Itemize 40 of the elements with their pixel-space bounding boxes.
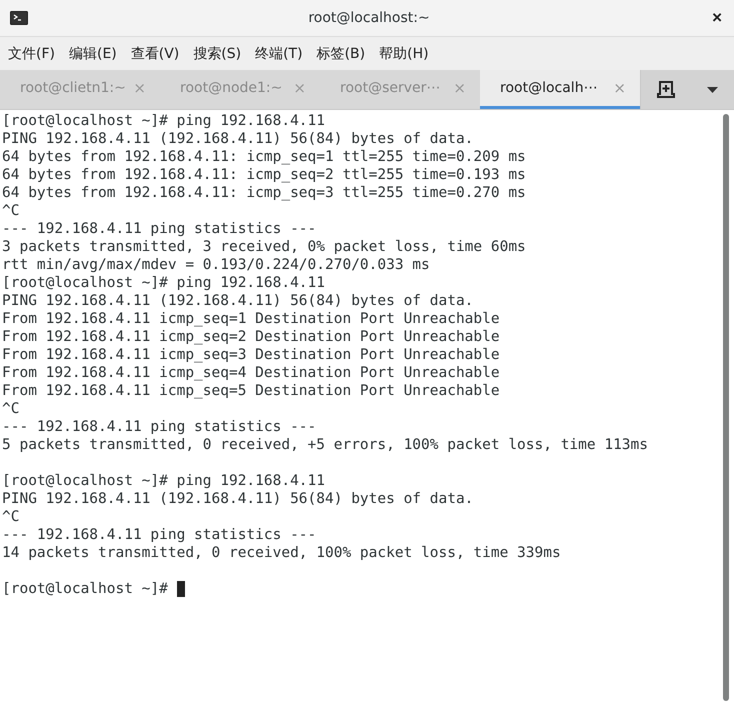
window-title: root@localhost:~ [307, 10, 431, 26]
new-tab-icon[interactable] [657, 81, 675, 98]
terminal-line: ^C [2, 202, 20, 220]
close-button[interactable]: × [710, 8, 724, 28]
terminal-line: ^C [2, 400, 20, 418]
terminal-icon [10, 11, 28, 25]
terminal-line: From 192.168.4.11 icmp_seq=1 Destination Port Unreachable [2, 310, 501, 328]
terminal-line: --- 192.168.4.11 ping statistics --- [2, 220, 318, 238]
terminal-line: PING 192.168.4.11 (192.168.4.11) 56(84) bytes of data. [2, 130, 474, 148]
terminal-line: --- 192.168.4.11 ping statistics --- [2, 418, 318, 436]
menu-item[interactable]: 文件(F) [3, 44, 60, 62]
terminal-line: 14 packets transmitted, 0 received, 100% packet loss, time 339ms [2, 544, 562, 562]
terminal-line: [root@localhost ~]# ping 192.168.4.11 [2, 274, 326, 292]
terminal-line: 64 bytes from 192.168.4.11: icmp_seq=1 ttl=255 time=0.209 ms [2, 148, 527, 166]
terminal-line: ^C [2, 508, 20, 526]
terminal-line: [root@localhost ~]# ping 192.168.4.11 [2, 472, 326, 490]
terminal-line: [root@localhost ~]# ping 192.168.4.11 [2, 112, 326, 130]
terminal-prompt: [root@localhost ~]# [2, 580, 168, 598]
terminal-line: PING 192.168.4.11 (192.168.4.11) 56(84) bytes of data. [2, 292, 474, 310]
terminal-line: PING 192.168.4.11 (192.168.4.11) 56(84) bytes of data. [2, 490, 474, 508]
tab[interactable]: root@localh⋯ × [480, 70, 640, 109]
terminal-line: 3 packets transmitted, 3 received, 0% packet loss, time 60ms [2, 238, 527, 256]
terminal-line: From 192.168.4.11 icmp_seq=3 Destination Port Unreachable [2, 346, 501, 364]
terminal-line: From 192.168.4.11 icmp_seq=5 Destination Port Unreachable [2, 382, 501, 400]
dropdown-caret-icon[interactable] [707, 86, 718, 92]
menu-item[interactable]: 终端(T) [250, 44, 308, 62]
menu-item[interactable]: 查看(V) [126, 44, 184, 62]
scrollbar[interactable] [723, 114, 729, 701]
terminal-line: From 192.168.4.11 icmp_seq=2 Destination Port Unreachable [2, 328, 501, 346]
terminal-line: 5 packets transmitted, 0 received, +5 errors, 100% packet loss, time 113ms [2, 436, 650, 454]
text-cursor [176, 581, 185, 597]
terminal-line: 64 bytes from 192.168.4.11: icmp_seq=3 ttl=255 time=0.270 ms [2, 184, 527, 202]
menu-item[interactable]: 搜索(S) [188, 44, 246, 62]
terminal-line: 64 bytes from 192.168.4.11: icmp_seq=2 ttl=255 time=0.193 ms [2, 166, 527, 184]
menu-item[interactable]: 帮助(H) [374, 44, 434, 62]
menu-item[interactable]: 编辑(E) [64, 44, 122, 62]
terminal-line: From 192.168.4.11 icmp_seq=4 Destination Port Unreachable [2, 364, 501, 382]
terminal-line: rtt min/avg/max/mdev = 0.193/0.224/0.270/0.033 ms [2, 256, 431, 274]
menu-item[interactable]: 标签(B) [312, 44, 370, 62]
terminal-line: --- 192.168.4.11 ping statistics --- [2, 526, 318, 544]
